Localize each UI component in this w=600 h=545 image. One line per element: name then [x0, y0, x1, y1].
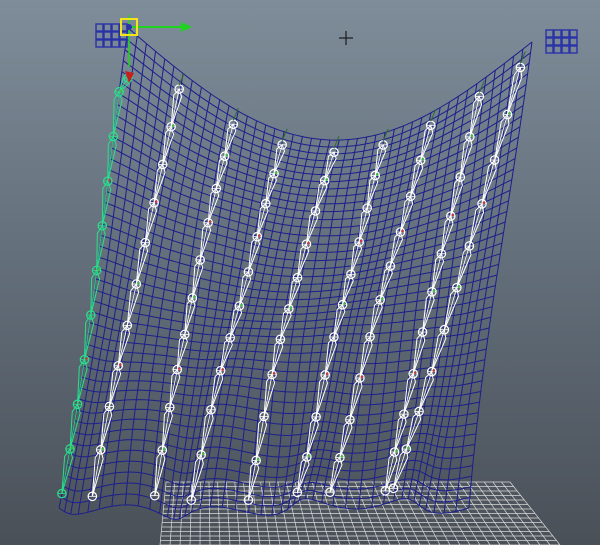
joint-marker — [375, 173, 379, 176]
joint-marker — [97, 268, 100, 271]
joint-marker — [225, 153, 228, 157]
locator-cell — [545, 37, 554, 46]
locator-cell — [569, 37, 578, 46]
bone — [90, 269, 101, 316]
joint-marker — [407, 446, 410, 450]
locator-cell — [553, 29, 562, 38]
joint-marker — [257, 234, 261, 237]
cloth-mesh-row — [81, 376, 483, 396]
joint-marker — [325, 372, 329, 376]
joint-marker — [401, 229, 404, 233]
joint-marker — [432, 369, 436, 372]
joint[interactable] — [464, 241, 475, 251]
joint-marker — [343, 302, 346, 306]
locator-cell — [111, 31, 120, 40]
joint-marker — [108, 178, 112, 182]
locator-cell — [95, 39, 104, 48]
joint-marker — [101, 447, 105, 451]
pivot-crosshair-icon — [339, 31, 353, 45]
joint-marker — [193, 295, 196, 299]
joint-root-handle — [281, 128, 288, 141]
joint-marker — [137, 281, 140, 285]
locator-cell — [111, 39, 120, 48]
joint-chain[interactable] — [87, 72, 185, 502]
locator-cell — [111, 23, 120, 32]
joint-marker — [162, 447, 166, 451]
joint-marker — [432, 289, 436, 293]
joint-marker — [380, 297, 384, 301]
joint-marker — [70, 446, 74, 450]
locator-cell — [569, 45, 578, 54]
joint-marker — [325, 178, 328, 181]
locator-cell — [95, 23, 104, 32]
joint-chain[interactable] — [243, 136, 340, 505]
cloth-mesh-column — [124, 80, 193, 505]
locators[interactable] — [95, 23, 578, 54]
locator-cell — [103, 31, 112, 40]
joint-marker — [119, 89, 123, 93]
joint-marker — [508, 112, 511, 115]
pivot-dot — [126, 24, 132, 30]
joint-marker — [421, 157, 425, 161]
bone — [83, 313, 95, 360]
joint[interactable] — [401, 444, 412, 454]
locator-cell — [103, 23, 112, 32]
cloth-mesh-column — [199, 128, 276, 509]
cloth-mesh-column — [178, 116, 248, 519]
move-manipulator-icon[interactable] — [120, 15, 192, 83]
joint-marker — [360, 375, 364, 379]
joint-marker — [221, 368, 224, 371]
joint-marker — [340, 455, 344, 458]
joint-marker — [395, 449, 398, 453]
joint-marker — [154, 200, 158, 204]
cloth-mesh-row — [114, 125, 519, 205]
joint-marker — [307, 454, 311, 458]
ground-grid-line — [208, 481, 211, 545]
joint-marker — [177, 367, 181, 370]
joint-marker — [451, 213, 455, 217]
locator-icon[interactable] — [545, 29, 578, 54]
locator-cell — [553, 37, 562, 46]
x-axis-arrow[interactable] — [181, 22, 192, 32]
locator-cell — [561, 37, 570, 46]
joint-marker — [274, 171, 278, 175]
viewport-panel[interactable] — [0, 0, 600, 545]
scene-canvas[interactable] — [0, 0, 600, 545]
joint-marker — [256, 458, 260, 461]
locator-cell — [561, 29, 570, 38]
locator-cell — [569, 29, 578, 38]
cloth-mesh-column — [159, 99, 221, 514]
joint-marker — [171, 124, 175, 128]
joint-marker — [289, 306, 293, 310]
joint[interactable] — [477, 199, 487, 209]
joint-marker — [208, 220, 212, 224]
joint-marker — [118, 363, 122, 367]
cloth-mesh-row — [123, 60, 528, 162]
joint-root-handle — [478, 80, 485, 93]
locator-cell — [553, 45, 562, 54]
joint-marker — [359, 239, 363, 243]
cloth-mesh-row — [86, 343, 487, 365]
joint-marker — [470, 134, 474, 138]
joint-marker — [413, 371, 417, 375]
cloth-mesh-row — [72, 428, 477, 447]
cloth-mesh-column — [70, 43, 147, 515]
joint-marker — [240, 303, 243, 307]
joint-marker — [201, 452, 205, 456]
joint-marker — [85, 357, 88, 360]
joint[interactable] — [414, 406, 424, 417]
joint-marker — [482, 201, 486, 205]
locator-cell — [95, 31, 104, 40]
locator-cell — [103, 39, 112, 48]
joint-marker — [457, 285, 461, 288]
locator-cell — [545, 45, 554, 54]
joint[interactable] — [426, 366, 437, 377]
locator-cell — [545, 29, 554, 38]
joint-marker — [272, 372, 276, 375]
locator-cell — [561, 45, 570, 54]
joint-marker — [307, 241, 310, 245]
